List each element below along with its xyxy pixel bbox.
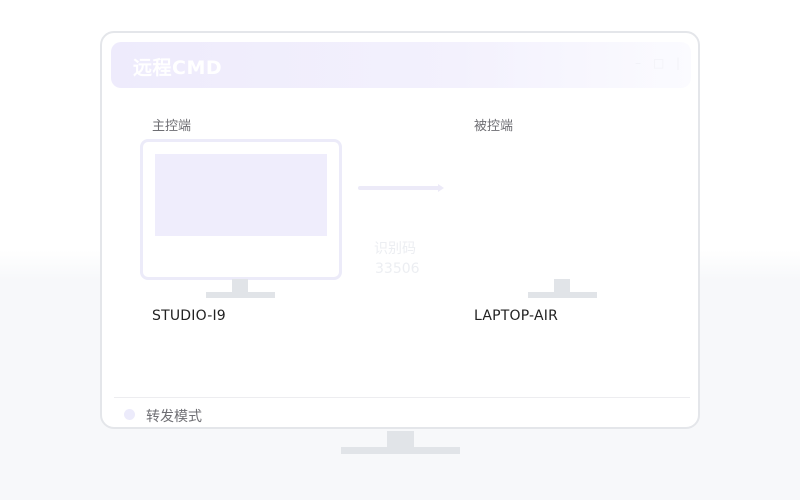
controller-label: 主控端 [152, 119, 192, 134]
mode-radio[interactable] [124, 409, 135, 420]
controlled-monitor-base [528, 292, 597, 298]
controlled-label: 被控端 [474, 119, 514, 134]
code-value: 33506 [375, 261, 420, 277]
controller-device-name: STUDIO-I9 [152, 308, 226, 324]
controller-monitor-icon[interactable] [140, 139, 342, 280]
maximize-icon[interactable]: □ [653, 56, 664, 70]
connection-arrow [358, 186, 442, 190]
monitor-stand-neck [387, 431, 414, 447]
close-icon[interactable]: | [673, 56, 683, 70]
minimize-icon[interactable]: – [633, 56, 643, 70]
window-controls: – □ | [633, 56, 683, 70]
controller-monitor-base [206, 292, 275, 298]
app-title: 远程CMD [133, 57, 223, 79]
footer-divider [114, 397, 690, 398]
monitor-stand-base [341, 447, 460, 454]
arrow-head-icon [438, 184, 444, 192]
code-label: 识别码 [374, 241, 416, 257]
controlled-device-name: LAPTOP-AIR [474, 308, 559, 324]
controller-screen [155, 154, 327, 236]
title-bar: 远程CMD – □ | [111, 42, 691, 88]
mode-label: 转发模式 [146, 409, 202, 425]
controlled-monitor-stand [554, 279, 570, 293]
app-window: 远程CMD – □ | 主控端 STUDIO-I9 识别码 33506 被控端 … [100, 31, 700, 429]
controller-monitor-stand [232, 279, 248, 293]
